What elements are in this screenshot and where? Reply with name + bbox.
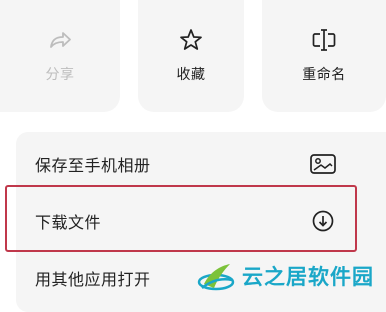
star-icon — [180, 29, 202, 50]
menu-item-label: 用其他应用打开 — [35, 270, 151, 289]
favorite-button[interactable]: 收藏 — [138, 0, 244, 112]
watermark-text: 云之居软件园 — [242, 265, 374, 289]
menu-item-label: 保存至手机相册 — [35, 156, 151, 175]
rename-button[interactable]: 重命名 — [262, 0, 386, 112]
favorite-label: 收藏 — [176, 67, 206, 83]
rename-label: 重命名 — [302, 67, 346, 83]
action-row: 分享 收藏 重命名 — [0, 0, 386, 112]
rename-icon — [312, 29, 336, 51]
share-button[interactable]: 分享 — [0, 0, 120, 112]
image-icon — [310, 154, 336, 174]
menu-item-save-to-album[interactable]: 保存至手机相册 — [16, 136, 361, 192]
watermark: 云之居软件园 — [196, 256, 386, 296]
share-label: 分享 — [45, 67, 75, 83]
share-icon — [50, 32, 71, 48]
highlight-box — [5, 185, 357, 252]
watermark-logo-icon — [197, 264, 235, 291]
